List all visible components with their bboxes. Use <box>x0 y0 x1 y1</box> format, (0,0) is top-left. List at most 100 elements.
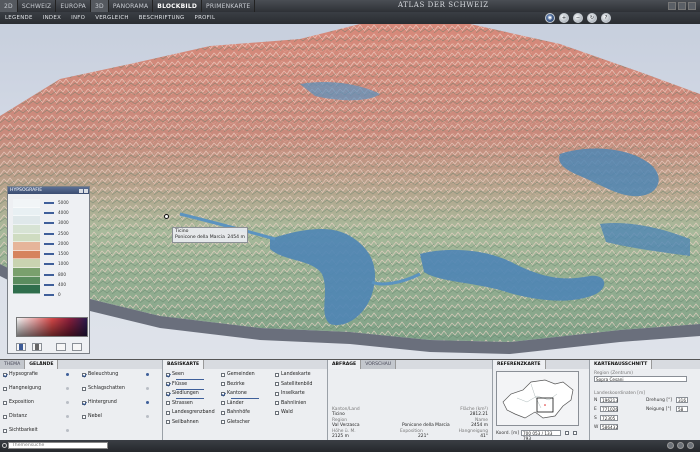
gelaende-option[interactable]: Hypsografie <box>3 372 38 377</box>
level-slider[interactable] <box>44 202 54 204</box>
ramp-color-step[interactable] <box>13 268 40 277</box>
menu-legende[interactable]: LEGENDE <box>0 12 38 24</box>
swatch-reset-icon[interactable] <box>72 343 82 351</box>
basiskarte-option[interactable]: Flüsse <box>166 382 187 387</box>
basiskarte-option[interactable]: Länder <box>221 401 244 406</box>
neigung-field[interactable]: 58 <box>676 406 688 412</box>
settings-dot-icon[interactable] <box>66 429 69 432</box>
checkbox[interactable] <box>3 428 7 433</box>
settings-dot-icon[interactable] <box>66 415 69 418</box>
settings-icon[interactable] <box>687 442 694 449</box>
basiskarte-option[interactable]: Satellitenbild <box>275 382 312 387</box>
settings-dot-icon[interactable] <box>146 415 149 418</box>
tab-thema[interactable]: THEMA <box>0 360 26 369</box>
level-slider[interactable] <box>44 273 54 276</box>
settings-dot-icon[interactable] <box>146 373 149 376</box>
locate-icon[interactable] <box>573 431 577 435</box>
basiskarte-option[interactable]: Kantone <box>221 391 247 396</box>
checkbox[interactable] <box>82 386 86 391</box>
close-icon[interactable] <box>688 2 696 10</box>
checkbox[interactable] <box>221 420 225 424</box>
tab-europa[interactable]: EUROPA <box>56 0 91 12</box>
settings-dot-icon[interactable] <box>146 387 149 390</box>
mode-2d-tab[interactable]: 2D <box>0 0 18 12</box>
ramp-color-step[interactable] <box>13 233 40 243</box>
gelaende-option[interactable]: Distanz <box>3 414 27 419</box>
checkbox[interactable] <box>3 372 7 377</box>
tab-referenzkarte[interactable]: REFERENZKARTE <box>493 360 546 369</box>
menu-vergleich[interactable]: VERGLEICH <box>90 12 134 24</box>
checkbox[interactable] <box>82 372 86 377</box>
ramp-color-step[interactable] <box>13 216 40 225</box>
zoom-in-icon[interactable]: + <box>559 13 569 23</box>
menu-info[interactable]: INFO <box>66 12 90 24</box>
ramp-color-step[interactable] <box>13 224 40 234</box>
checkbox[interactable] <box>166 391 170 396</box>
basiskarte-option[interactable]: Wald <box>275 410 293 415</box>
checkbox[interactable] <box>221 372 225 377</box>
level-slider[interactable] <box>44 232 54 235</box>
checkbox[interactable] <box>275 410 279 415</box>
level-slider[interactable] <box>44 212 54 215</box>
ramp-color-step[interactable] <box>13 285 40 294</box>
checkbox[interactable] <box>166 372 170 377</box>
level-slider[interactable] <box>44 294 54 296</box>
checkbox[interactable] <box>221 401 225 405</box>
checkbox[interactable] <box>275 401 279 405</box>
export-icon[interactable] <box>677 442 684 449</box>
checkbox[interactable] <box>221 410 225 415</box>
checkbox[interactable] <box>166 401 170 405</box>
tab-blockbild[interactable]: BLOCKBILD <box>153 0 203 12</box>
crosshair-icon[interactable] <box>565 431 569 435</box>
gelaende-option[interactable]: Sichtbarkeit <box>3 428 38 433</box>
tab-schweiz[interactable]: SCHWEIZ <box>18 0 57 12</box>
basiskarte-option[interactable]: Landeskarte <box>275 372 311 377</box>
menu-index[interactable]: INDEX <box>38 12 66 24</box>
drehung-field[interactable]: 316 <box>676 397 688 403</box>
menu-profil[interactable]: PROFIL <box>190 12 221 24</box>
basiskarte-option[interactable]: Inselkarte <box>275 391 305 396</box>
gelaende-option[interactable]: Schlagschatten <box>82 386 125 391</box>
level-slider[interactable] <box>44 222 54 225</box>
checkbox[interactable] <box>82 414 86 419</box>
w-field[interactable]: 586432 <box>600 424 618 430</box>
checkbox[interactable] <box>275 372 279 377</box>
checkbox[interactable] <box>221 391 225 396</box>
checkbox[interactable] <box>166 410 170 415</box>
help-icon[interactable]: ? <box>601 13 611 23</box>
coords-field[interactable]: 700 053 / 133 793 <box>521 430 561 441</box>
ramp-color-step[interactable] <box>13 276 40 286</box>
gelaende-option[interactable]: Beleuchtung <box>82 372 118 377</box>
gelaende-option[interactable]: Hintergrund <box>82 400 117 405</box>
basiskarte-option[interactable]: Seen <box>166 372 184 377</box>
minimize-icon[interactable] <box>79 188 83 193</box>
close-icon[interactable] <box>84 188 88 193</box>
checkbox[interactable] <box>275 391 279 396</box>
basiskarte-option[interactable]: Seilbahnen <box>166 420 199 425</box>
gelaende-option[interactable]: Exposition <box>3 400 34 405</box>
tab-abfrage[interactable]: ABFRAGE <box>328 360 362 369</box>
swatch-gray-icon[interactable] <box>32 343 42 351</box>
basiskarte-option[interactable]: Bahnhöfe <box>221 410 250 415</box>
color-picker[interactable] <box>16 317 88 337</box>
minimize-icon[interactable] <box>668 2 676 10</box>
zoom-out-icon[interactable]: − <box>573 13 583 23</box>
ramp-color-step[interactable] <box>13 207 40 217</box>
basiskarte-option[interactable]: Strassen <box>166 401 193 406</box>
basiskarte-option[interactable]: Siedlungen <box>166 391 199 396</box>
maximize-icon[interactable] <box>678 2 686 10</box>
print-icon[interactable] <box>667 442 674 449</box>
basiskarte-option[interactable]: Bezirke <box>221 382 245 387</box>
ramp-color-step[interactable] <box>13 250 40 260</box>
checkbox[interactable] <box>3 414 7 419</box>
e-field[interactable]: 771026 <box>600 406 618 412</box>
settings-dot-icon[interactable] <box>66 401 69 404</box>
checkbox[interactable] <box>166 382 170 386</box>
checkbox[interactable] <box>166 420 170 424</box>
ramp-color-step[interactable] <box>13 199 40 208</box>
hypsografie-header[interactable]: HYPSOGRAFIE <box>8 187 89 194</box>
level-slider[interactable] <box>44 283 54 286</box>
swatch-blue-icon[interactable] <box>16 343 26 351</box>
checkbox[interactable] <box>82 400 86 405</box>
swatch-ramp-icon[interactable] <box>56 343 66 351</box>
